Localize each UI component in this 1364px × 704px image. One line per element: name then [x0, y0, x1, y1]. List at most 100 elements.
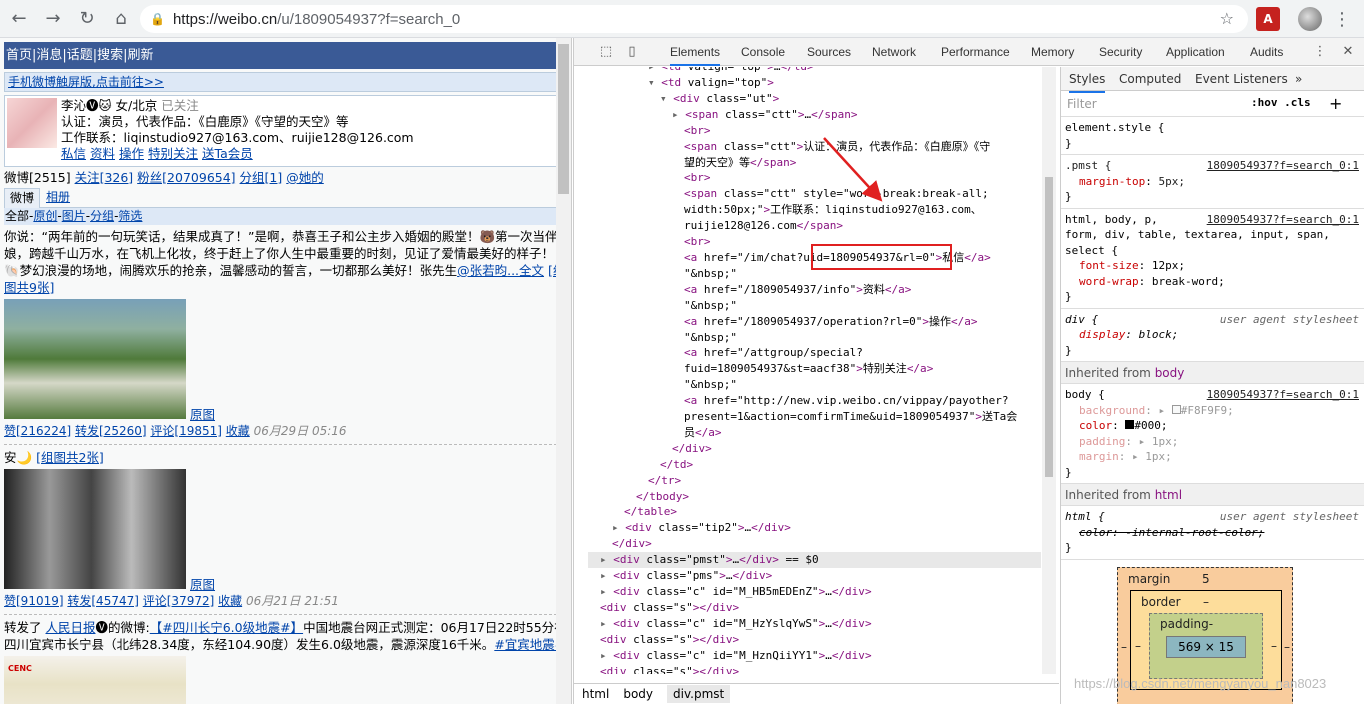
tab-memory[interactable]: Memory	[1031, 38, 1074, 66]
tab-audits[interactable]: Audits	[1250, 38, 1283, 66]
hashtag-link[interactable]: 【#四川长宁6.0级地震#】	[150, 620, 303, 635]
back-arrow-icon[interactable]: ←	[4, 4, 34, 34]
tab-console[interactable]: Console	[741, 38, 785, 66]
rule-div-ua[interactable]: user agent stylesheet div { display: blo…	[1061, 309, 1364, 362]
dom-node-line[interactable]: ▸ <span class="ctt">…</span>	[588, 107, 1041, 123]
color-swatch[interactable]	[1171, 404, 1181, 414]
address-bar[interactable]: 🔒 https://weibo.cn/u/1809054937?f=search…	[140, 5, 1248, 33]
border-right-value[interactable]: –	[1271, 639, 1277, 653]
post-map-photo[interactable]: CENC	[4, 656, 186, 704]
inspect-element-icon[interactable]: ⬚	[598, 44, 614, 60]
property[interactable]: padding	[1079, 435, 1125, 448]
tab-styles[interactable]: Styles	[1069, 67, 1106, 93]
dom-node-line[interactable]: ▾ <td valign="top">	[588, 75, 1041, 91]
dom-node-line[interactable]: </tbody>	[588, 489, 1041, 505]
rule-element-style[interactable]: element.style { }	[1061, 117, 1364, 155]
tab-album[interactable]: 相册	[46, 188, 70, 207]
dom-node-line[interactable]: ▸ <div class="tip2">…</div>	[588, 520, 1041, 536]
like-link[interactable]: 赞[216224]	[4, 424, 71, 438]
dom-node-line[interactable]: ▸ <div class="pms">…</div>	[588, 568, 1041, 584]
value[interactable]: break-word;	[1152, 275, 1225, 288]
border-box[interactable]: border – – – padding- 569 × 15	[1130, 590, 1282, 690]
private-message-link[interactable]: 私信	[61, 146, 86, 161]
crumb-html[interactable]: html	[582, 687, 609, 701]
follow-count-link[interactable]: 关注[326]	[75, 170, 134, 185]
scrollbar-thumb[interactable]	[1045, 177, 1053, 477]
margin-right-value[interactable]: –	[1284, 640, 1290, 654]
filter-screen[interactable]: 筛选	[118, 209, 142, 223]
filter-groups[interactable]: 分组	[90, 209, 114, 223]
close-icon[interactable]: ✕	[1340, 44, 1356, 60]
property[interactable]: color	[1079, 419, 1112, 432]
property[interactable]: margin	[1079, 450, 1119, 463]
dom-node-line[interactable]: <a href="/1809054937/info">资料</a>	[588, 282, 1041, 298]
comment-link[interactable]: 评论[37972]	[143, 594, 215, 608]
favorite-link[interactable]: 收藏	[218, 594, 242, 608]
forward-arrow-icon[interactable]: →	[38, 4, 68, 34]
mention-link[interactable]: @张若昀	[457, 263, 507, 278]
kebab-menu-icon[interactable]: ⋮	[1330, 7, 1354, 31]
source-user-link[interactable]: 人民日报	[46, 620, 96, 635]
tab-security[interactable]: Security	[1099, 38, 1142, 66]
fans-count-link[interactable]: 粉丝[20709654]	[137, 170, 235, 185]
profile-avatar[interactable]	[7, 98, 57, 148]
dom-node-line[interactable]: </tr>	[588, 473, 1041, 489]
bookmark-star-icon[interactable]: ☆	[1220, 9, 1234, 28]
dom-node-line[interactable]: present=1&action=comfirmTime&uid=1809054…	[588, 409, 1041, 425]
filter-all[interactable]: 全部-	[5, 209, 33, 223]
post-photo[interactable]	[4, 299, 186, 419]
like-link[interactable]: 赞[91019]	[4, 594, 64, 608]
dom-node-line[interactable]: "&nbsp;"	[588, 377, 1041, 393]
dom-node-line[interactable]: ▸ <td valign="top">…</td>	[588, 67, 1041, 75]
original-image-link[interactable]: 原图	[190, 406, 215, 423]
info-link[interactable]: 资料	[90, 146, 115, 161]
pdf-extension-icon[interactable]: A	[1256, 7, 1280, 31]
dom-node-line[interactable]: ▸ <div class="c" id="M_HznQiiYY1">…</div…	[588, 648, 1041, 664]
hashtag-link-2[interactable]: #宜宾地震#	[494, 637, 565, 652]
mobile-version-link[interactable]: 手机微博触屏版,点击前往>>	[8, 75, 164, 89]
scrollbar-thumb[interactable]	[558, 44, 569, 194]
post-photo[interactable]	[4, 469, 186, 589]
filter-pictures[interactable]: 图片	[62, 209, 86, 223]
tag-link[interactable]: html	[1155, 488, 1182, 502]
original-image-link[interactable]: 原图	[190, 576, 215, 593]
dom-node-line[interactable]: <a href="/1809054937/operation?rl=0">操作<…	[588, 314, 1041, 330]
tab-performance[interactable]: Performance	[941, 38, 1010, 66]
tab-weibo[interactable]: 微博	[4, 188, 40, 208]
dom-node-line[interactable]: <a href="/attgroup/special?	[588, 345, 1041, 361]
home-icon[interactable]: ⌂	[106, 4, 136, 34]
at-her-link[interactable]: @她的	[286, 170, 324, 185]
styles-filter[interactable]: Filter :hov .cls +	[1061, 91, 1364, 117]
dom-node-line[interactable]: </div>	[588, 441, 1041, 457]
property[interactable]: background	[1079, 404, 1145, 417]
groups-link[interactable]: 分组[1]	[240, 170, 283, 185]
dom-node-line[interactable]: fuid=1809054937&st=aacf38">特别关注</a>	[588, 361, 1041, 377]
profile-avatar-icon[interactable]	[1298, 7, 1322, 31]
dom-node-line[interactable]: </div>	[588, 536, 1041, 552]
source-link[interactable]: 1809054937?f=search_0:1	[1207, 158, 1359, 174]
gift-vip-link[interactable]: 送Ta会员	[202, 146, 253, 161]
devtools-menu-icon[interactable]: ⋮	[1312, 44, 1328, 60]
crumb-div-pmst[interactable]: div.pmst	[667, 685, 731, 703]
dom-node-line[interactable]: ▸ <div class="c" id="M_HzYslqYwS">…</div…	[588, 616, 1041, 632]
tab-event-listeners[interactable]: Event Listeners	[1195, 67, 1288, 91]
more-tabs-icon[interactable]: »	[1295, 67, 1302, 91]
dom-node-line[interactable]: <div class="s"></div>	[588, 632, 1041, 648]
reload-icon[interactable]: ↻	[72, 4, 102, 34]
padding-box[interactable]: padding- 569 × 15	[1149, 613, 1263, 679]
tab-sources[interactable]: Sources	[807, 38, 851, 66]
tab-application[interactable]: Application	[1166, 38, 1225, 66]
page-scrollbar[interactable]	[556, 38, 571, 704]
dom-node-line[interactable]: </td>	[588, 457, 1041, 473]
weibo-top-nav[interactable]: 首页|消息|话题|搜索|刷新	[4, 42, 568, 69]
repost-link[interactable]: 转发[45747]	[67, 594, 139, 608]
add-rule-icon[interactable]: +	[1329, 94, 1342, 113]
tab-computed[interactable]: Computed	[1119, 67, 1181, 91]
content-box[interactable]: 569 × 15	[1166, 636, 1246, 658]
border-value[interactable]: –	[1203, 595, 1209, 609]
crumb-body[interactable]: body	[623, 687, 653, 701]
property[interactable]: word-wrap	[1079, 275, 1139, 288]
dom-node-line[interactable]: </table>	[588, 504, 1041, 520]
dom-node-line[interactable]: "&nbsp;"	[588, 330, 1041, 346]
dom-node-line[interactable]: ▸ <div class="c" id="M_HB5mEDEnZ">…</div…	[588, 584, 1041, 600]
